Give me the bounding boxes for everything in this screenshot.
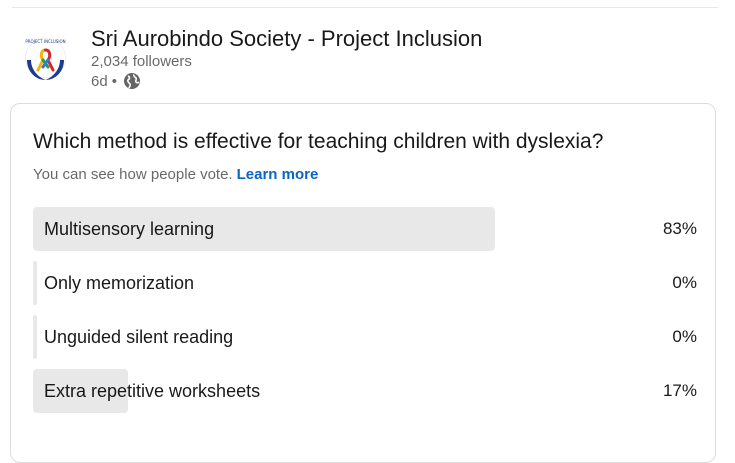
poll-option-multisensory[interactable]: Multisensory learning 83% — [33, 207, 697, 251]
poll-question: Which method is effective for teaching c… — [33, 130, 604, 153]
post-age: 6d — [91, 72, 108, 90]
result-bar — [33, 261, 37, 305]
follower-count: 2,034 followers — [91, 53, 192, 70]
option-percent: 83% — [662, 219, 697, 238]
option-label: Only memorization — [44, 273, 195, 293]
poll-card: Which method is effective for teaching c… — [10, 103, 716, 463]
post-meta: 6d • — [91, 72, 141, 90]
option-label: Multisensory learning — [44, 219, 215, 239]
project-inclusion-logo[interactable]: PROJECT INCLUSION — [24, 34, 67, 84]
option-percent: 0% — [672, 327, 697, 346]
vote-visibility-note: You can see how people vote. Learn more — [33, 166, 318, 183]
globe-icon — [123, 73, 140, 89]
learn-more-link[interactable]: Learn more — [237, 166, 319, 183]
poll-option-worksheets[interactable]: Extra repetitive worksheets 17% — [33, 369, 697, 413]
option-label: Extra repetitive worksheets — [44, 381, 261, 401]
poll-option-silent-reading[interactable]: Unguided silent reading 0% — [33, 315, 697, 359]
result-bar — [33, 315, 37, 359]
poll-option-memorization[interactable]: Only memorization 0% — [33, 261, 697, 305]
svg-text:PROJECT INCLUSION: PROJECT INCLUSION — [25, 39, 65, 44]
option-percent: 0% — [672, 273, 697, 292]
vote-note-text: You can see how people vote. — [33, 166, 233, 183]
author-name[interactable]: Sri Aurobindo Society - Project Inclusio… — [91, 26, 482, 52]
option-percent: 17% — [662, 381, 697, 400]
meta-separator: • — [111, 72, 117, 90]
option-label: Unguided silent reading — [44, 327, 234, 347]
feed-divider — [12, 7, 718, 8]
